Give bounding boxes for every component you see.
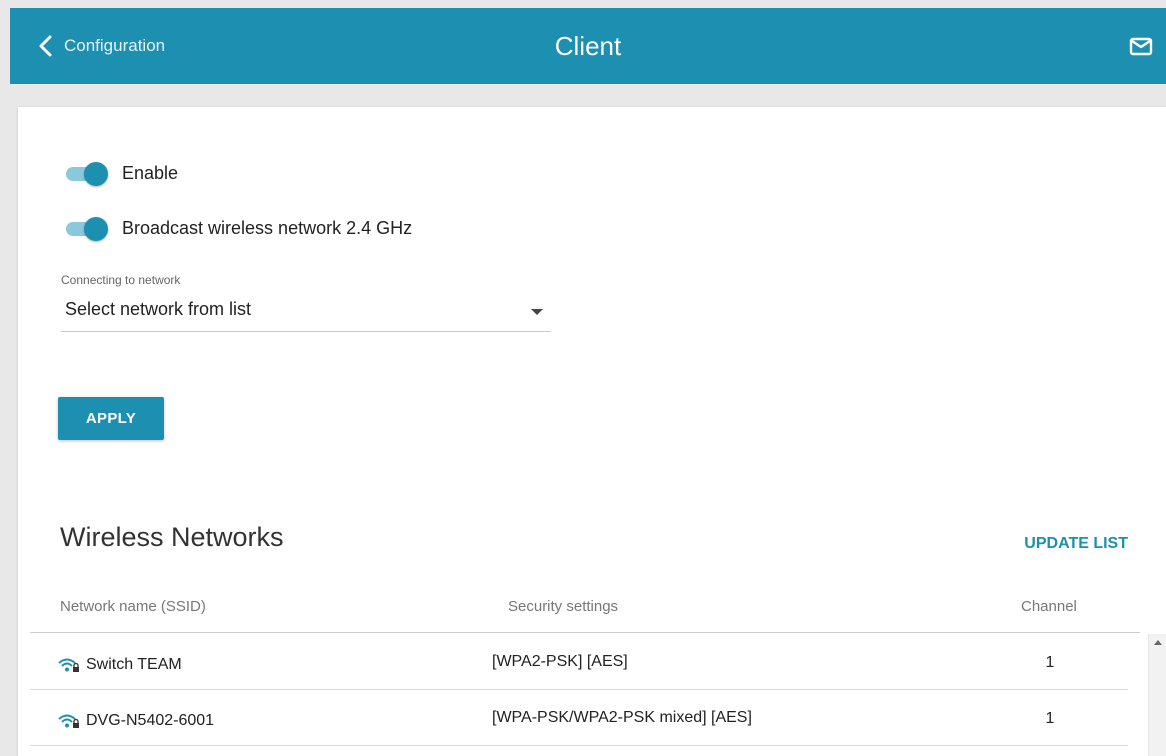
table-row[interactable]: DVG-N5402-6001 [WPA-PSK/WPA2-PSK mixed] … <box>30 690 1128 746</box>
broadcast-row: Broadcast wireless network 2.4 GHz <box>66 217 413 241</box>
caret-down-icon <box>531 309 543 315</box>
security-cell: [WPA-PSK/WPA2-PSK mixed] [AES] <box>492 709 752 726</box>
connecting-value: Select network from list <box>65 299 252 319</box>
back-button[interactable]: Configuration <box>38 8 165 84</box>
connecting-label: Connecting to network <box>61 273 181 287</box>
channel-cell: 1 <box>1045 654 1055 671</box>
section-title: Wireless Networks <box>60 522 284 552</box>
top-bar: Configuration Client <box>10 8 1166 84</box>
broadcast-toggle[interactable] <box>66 217 108 241</box>
table-scrollbar[interactable] <box>1148 634 1166 756</box>
wifi-lock-icon <box>58 714 79 728</box>
table-row[interactable]: Switch TEAM [WPA2-PSK] [AES] 1 <box>30 634 1128 690</box>
ssid-cell: DVG-N5402-6001 <box>58 712 214 730</box>
column-channel: Channel <box>1021 598 1077 615</box>
ssid-text: Switch TEAM <box>86 656 182 673</box>
enable-label: Enable <box>122 162 179 183</box>
wifi-lock-icon <box>58 658 79 672</box>
connecting-select[interactable]: Select network from list <box>61 290 551 332</box>
ssid-text: DVG-N5402-6001 <box>86 712 215 729</box>
column-security: Security settings <box>508 598 619 615</box>
back-label: Configuration <box>64 36 166 55</box>
enable-row: Enable <box>66 162 179 186</box>
scroll-up-icon[interactable] <box>1154 640 1162 645</box>
column-ssid: Network name (SSID) <box>60 598 206 615</box>
security-cell: [WPA2-PSK] [AES] <box>492 653 628 670</box>
chevron-left-icon <box>39 35 52 57</box>
channel-cell: 1 <box>1045 710 1055 727</box>
enable-toggle[interactable] <box>66 162 108 186</box>
ssid-cell: Switch TEAM <box>58 656 182 674</box>
content-card: Enable Broadcast wireless network 2.4 GH… <box>18 107 1166 756</box>
update-list-button[interactable]: UPDATE LIST <box>1024 535 1128 553</box>
table-header: Network name (SSID) Security settings Ch… <box>30 585 1140 633</box>
table-body: Switch TEAM [WPA2-PSK] [AES] 1 DVG-N5402… <box>30 634 1128 756</box>
page-title: Client <box>554 30 622 61</box>
broadcast-label: Broadcast wireless network 2.4 GHz <box>122 217 413 238</box>
apply-button[interactable]: APPLY <box>58 397 164 440</box>
mail-icon[interactable] <box>1128 33 1154 59</box>
